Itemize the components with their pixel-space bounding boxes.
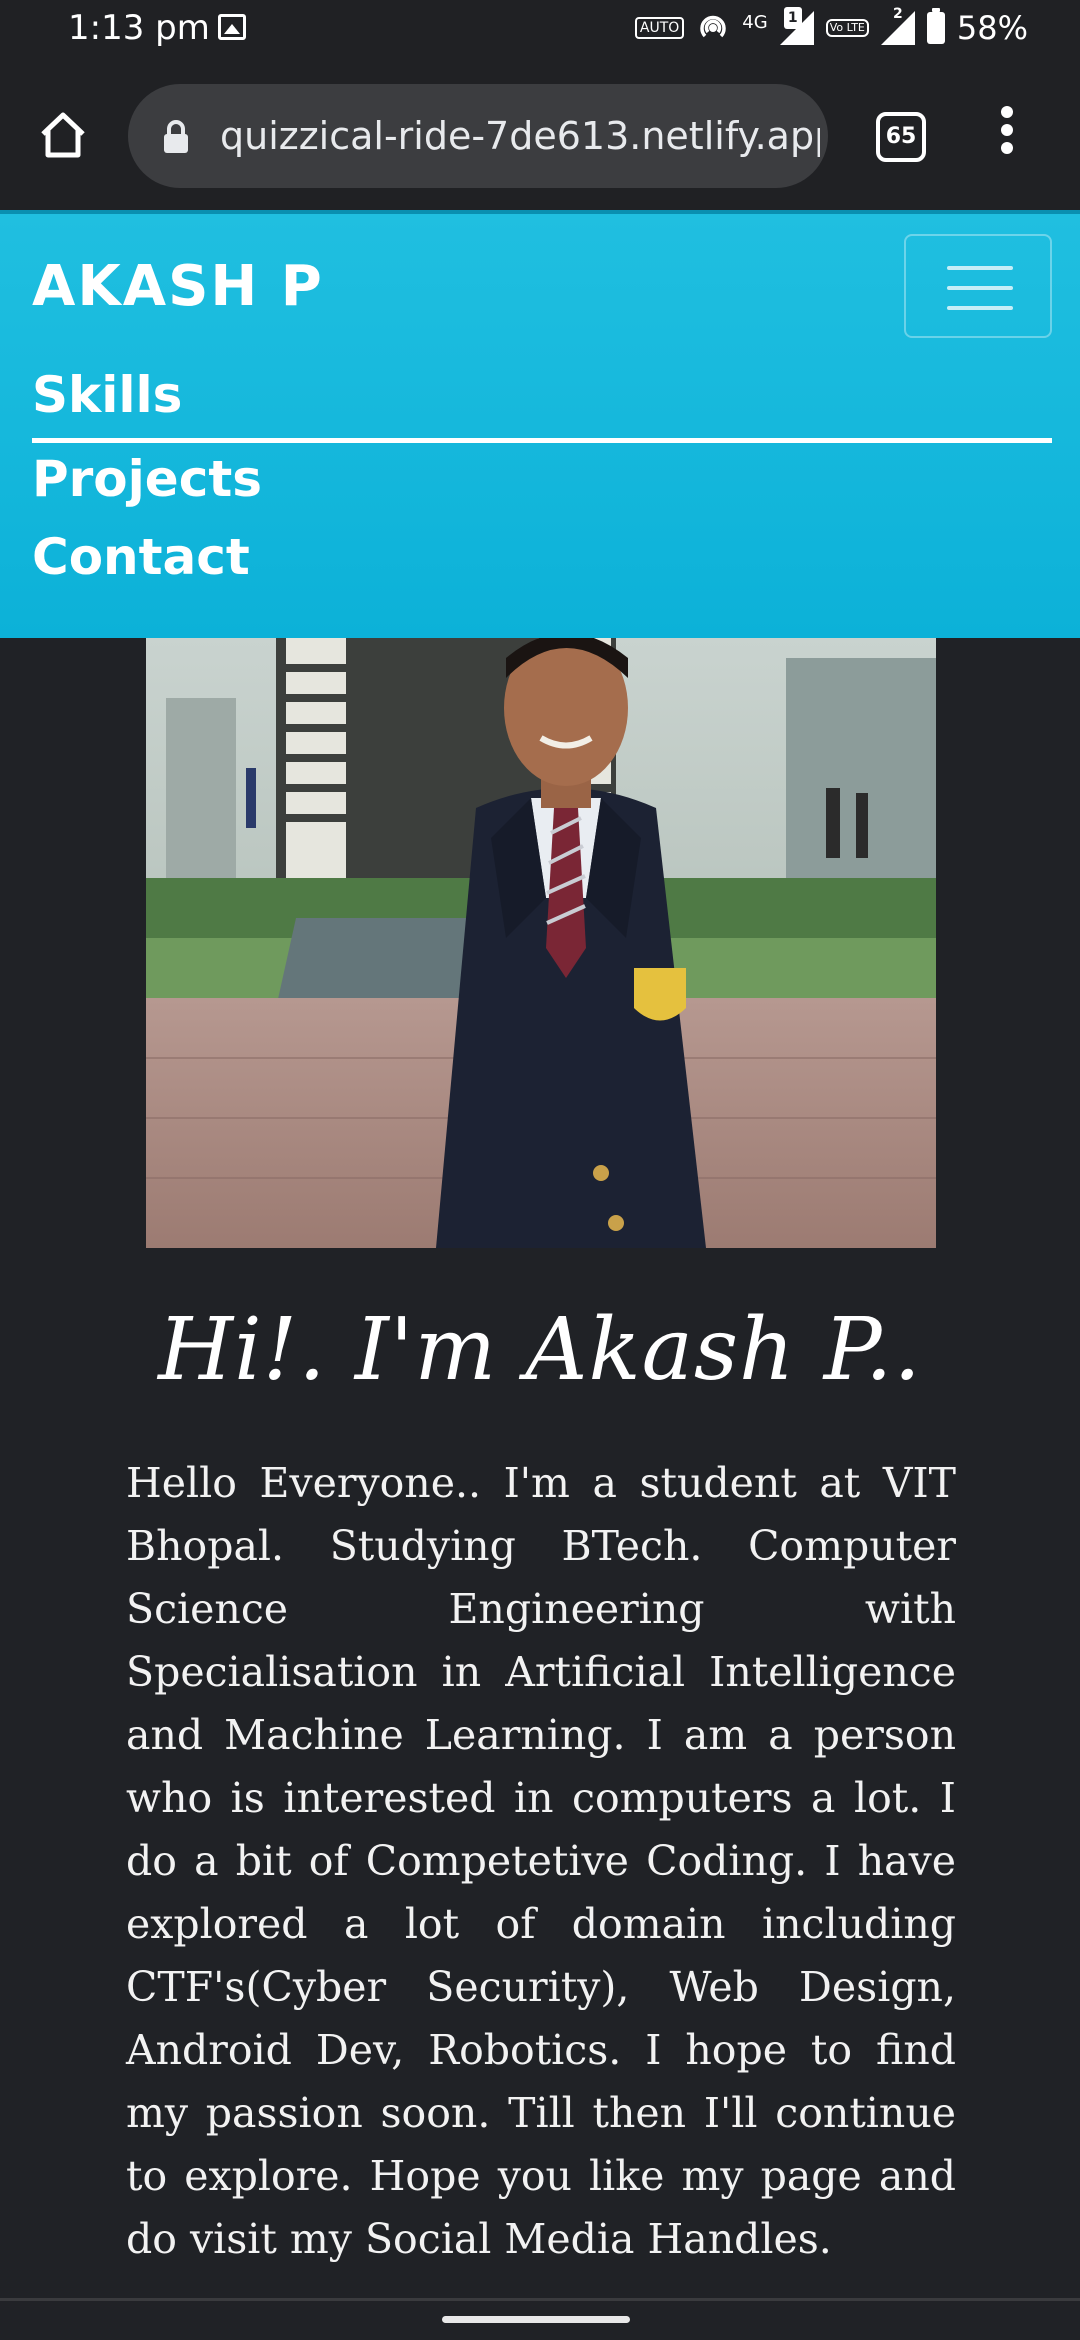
nav-link-skills[interactable]: Skills <box>32 366 182 424</box>
battery-icon <box>926 8 945 44</box>
profile-photo <box>146 638 936 1248</box>
lock-icon <box>164 120 188 153</box>
home-icon[interactable] <box>38 110 88 160</box>
greeting-heading: Hi!. I'm Akash P.. <box>158 1300 922 1400</box>
sim2-badge: 2 <box>893 6 903 22</box>
signal-sim1-icon: 1 <box>779 7 814 45</box>
navbar-toggler-button[interactable] <box>904 234 1052 338</box>
gesture-navigation-bar[interactable] <box>442 2316 630 2323</box>
status-time: 1:13 pm <box>68 8 210 48</box>
hotspot-icon <box>700 15 727 38</box>
footer-divider <box>0 2298 1080 2301</box>
auto-brightness-icon: AUTO <box>634 17 685 39</box>
nav-link-contact[interactable]: Contact <box>32 528 250 586</box>
status-indicators: AUTO 4G 1 Vo LTE 2 58% <box>634 6 1028 50</box>
tab-switcher-button[interactable]: 65 <box>876 112 926 162</box>
more-vert-icon[interactable] <box>990 106 1024 166</box>
network-type: 4G <box>742 11 768 33</box>
browser-toolbar: quizzical-ride-7de613.netlify.app 65 <box>0 60 1080 210</box>
status-bar: 1:13 pm AUTO 4G 1 Vo LTE 2 58% <box>0 0 1080 60</box>
battery-percent: 58% <box>956 9 1028 47</box>
nav-link-projects[interactable]: Projects <box>32 450 262 508</box>
nav-divider <box>32 438 1052 443</box>
sim1-badge: 1 <box>783 7 802 29</box>
profile-photo-illustration <box>146 638 936 1248</box>
signal-sim2-icon: 2 <box>880 6 915 45</box>
site-brand[interactable]: AKASH P <box>32 254 324 319</box>
site-navbar: AKASH P Skills Projects Contact <box>0 210 1080 638</box>
bio-paragraph: Hello Everyone.. I'm a student at VIT Bh… <box>126 1459 956 2263</box>
address-bar[interactable]: quizzical-ride-7de613.netlify.app <box>128 84 828 188</box>
volte-icon: Vo LTE <box>825 19 869 37</box>
image-notification-icon <box>218 14 246 40</box>
url-text[interactable]: quizzical-ride-7de613.netlify.app <box>220 84 820 188</box>
